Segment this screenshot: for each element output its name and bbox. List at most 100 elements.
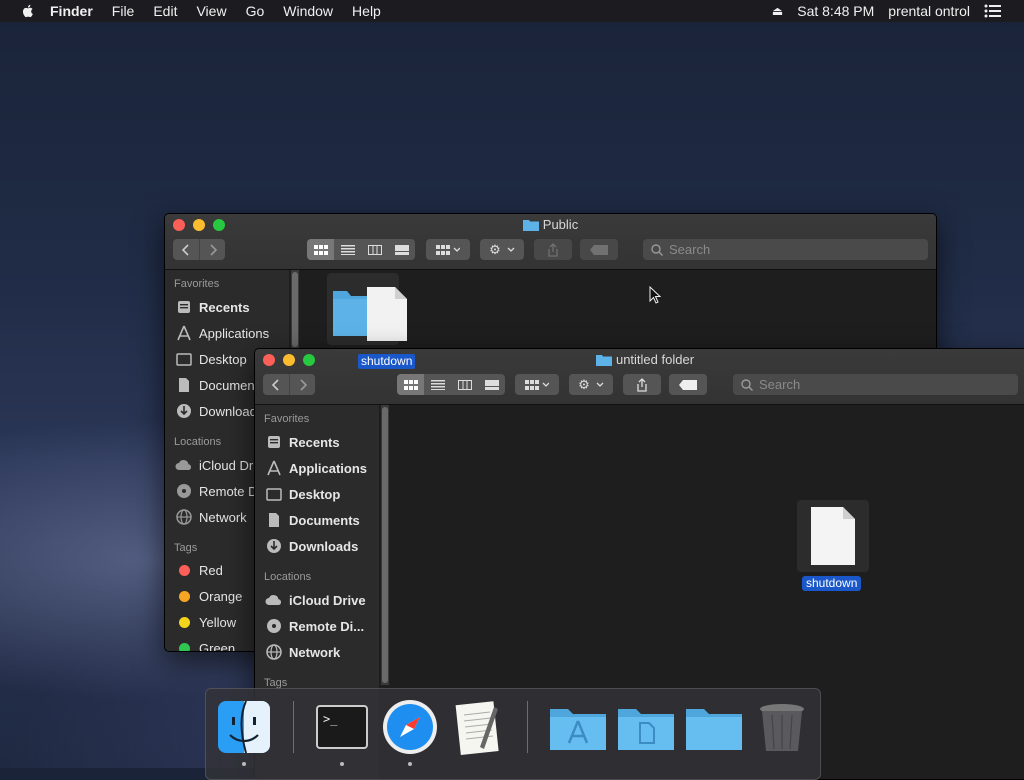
group-grid-icon — [525, 379, 549, 390]
gallery-view-button[interactable] — [388, 239, 415, 260]
sidebar-item-remote-disc[interactable]: Remote Di... — [265, 618, 364, 634]
menu-go[interactable]: Go — [246, 3, 265, 19]
titlebar[interactable]: shutdown untitled folder ⚙ Search — [255, 349, 1024, 405]
sidebar-tag-green[interactable]: Green — [175, 641, 235, 651]
titlebar[interactable]: Public ⚙ Search — [165, 214, 936, 270]
dock-folder[interactable] — [684, 699, 744, 755]
menu-edit[interactable]: Edit — [153, 3, 177, 19]
sidebar-item-network[interactable]: Network — [175, 509, 247, 525]
menu-view[interactable]: View — [196, 3, 226, 19]
sidebar-tag-orange[interactable]: Orange — [175, 589, 242, 604]
dock-safari[interactable] — [382, 699, 438, 755]
sidebar-item-documents[interactable]: Documents — [175, 377, 265, 393]
dock-trash[interactable] — [754, 699, 810, 755]
menu-window[interactable]: Window — [283, 3, 333, 19]
dock-terminal[interactable]: >_ — [314, 699, 370, 755]
sidebar-item-applications[interactable]: Applications — [265, 460, 367, 476]
svg-text:>_: >_ — [323, 712, 338, 726]
search-placeholder: Search — [669, 242, 711, 257]
grid-icon — [313, 244, 328, 255]
menu-finder[interactable]: Finder — [50, 3, 93, 19]
notification-center-icon[interactable] — [984, 4, 1002, 18]
chevron-left-icon — [272, 378, 279, 391]
chevron-left-icon — [182, 243, 189, 256]
desktop-icon — [175, 351, 193, 367]
gallery-view-button[interactable] — [478, 374, 505, 395]
eject-icon[interactable]: ⏏ — [772, 4, 783, 18]
share-icon — [637, 377, 647, 392]
tag-icon — [679, 379, 697, 390]
file-item-selected[interactable] — [327, 273, 407, 345]
sidebar-scrollbar[interactable] — [381, 405, 389, 685]
dock-textedit[interactable] — [450, 699, 506, 755]
window-title: Public — [165, 217, 936, 232]
sidebar-item-network[interactable]: Network — [265, 644, 340, 660]
list-view-button[interactable] — [424, 374, 451, 395]
icon-view-button[interactable] — [397, 374, 424, 395]
locations-header: Locations — [264, 571, 312, 583]
folder-icon — [595, 355, 612, 366]
sidebar-scrollbar[interactable] — [291, 270, 299, 355]
dock-documents-folder[interactable] — [616, 699, 676, 755]
mouse-cursor-icon — [649, 286, 661, 304]
menubar-clock[interactable]: Sat 8:48 PM — [797, 3, 874, 19]
share-button[interactable] — [534, 239, 572, 260]
scrollbar-thumb[interactable] — [292, 272, 298, 347]
documents-icon — [175, 377, 193, 393]
tag-button[interactable] — [669, 374, 707, 395]
group-button[interactable] — [426, 239, 470, 260]
search-field[interactable]: Search — [643, 239, 928, 260]
gear-icon: ⚙ — [489, 241, 501, 257]
file-name-label[interactable]: shutdown — [802, 576, 862, 591]
recents-icon — [265, 434, 283, 450]
sidebar-tag-red[interactable]: Red — [175, 563, 223, 578]
sidebar-item-desktop[interactable]: Desktop — [175, 351, 247, 367]
menu-file[interactable]: File — [112, 3, 135, 19]
search-field[interactable]: Search — [733, 374, 1018, 395]
sidebar-item-icloud[interactable]: iCloud Drive — [265, 592, 366, 608]
sidebar-item-desktop[interactable]: Desktop — [265, 486, 340, 502]
sidebar-item-recents[interactable]: Recents — [265, 434, 340, 450]
sidebar-item-applications[interactable]: Applications — [175, 325, 269, 341]
chevron-down-icon — [507, 247, 515, 252]
favorites-header: Favorites — [174, 278, 220, 290]
apple-menu-icon[interactable] — [20, 3, 36, 19]
sidebar-item-recents[interactable]: Recents — [175, 299, 250, 315]
share-button[interactable] — [623, 374, 661, 395]
column-view-button[interactable] — [451, 374, 478, 395]
back-button[interactable] — [173, 239, 199, 260]
dock-separator — [527, 701, 528, 753]
sidebar-tag-yellow[interactable]: Yellow — [175, 615, 236, 630]
dock: >_ — [205, 688, 821, 780]
terminal-icon: >_ — [316, 705, 368, 749]
tag-button[interactable] — [580, 239, 618, 260]
file-item-shutdown[interactable]: shutdown — [797, 500, 873, 591]
sidebar-item-downloads[interactable]: Downloads — [175, 403, 263, 419]
list-view-button[interactable] — [334, 239, 361, 260]
list-icon — [340, 244, 355, 255]
group-button[interactable] — [515, 374, 559, 395]
orange-tag-dot — [179, 591, 190, 602]
menubar-user[interactable]: prental ontrol — [888, 3, 970, 19]
menu-help[interactable]: Help — [352, 3, 381, 19]
action-button[interactable]: ⚙ — [480, 239, 524, 260]
sidebar-item-documents[interactable]: Documents — [265, 512, 360, 528]
globe-icon — [175, 509, 193, 525]
dock-finder[interactable] — [216, 699, 272, 755]
action-button[interactable]: ⚙ — [569, 374, 613, 395]
column-view-button[interactable] — [361, 239, 388, 260]
view-switcher — [307, 239, 415, 260]
view-switcher — [397, 374, 505, 395]
scrollbar-thumb[interactable] — [382, 407, 388, 683]
forward-button[interactable] — [199, 239, 226, 260]
finder-running-indicator — [242, 762, 246, 766]
forward-button[interactable] — [289, 374, 316, 395]
search-icon — [741, 378, 753, 391]
icon-view-button[interactable] — [307, 239, 334, 260]
sidebar-item-downloads[interactable]: Downloads — [265, 538, 358, 554]
back-button[interactable] — [263, 374, 289, 395]
applications-icon — [265, 460, 283, 476]
share-icon — [548, 242, 558, 257]
dock-applications-folder[interactable] — [548, 699, 608, 755]
gear-icon: ⚙ — [578, 376, 590, 392]
